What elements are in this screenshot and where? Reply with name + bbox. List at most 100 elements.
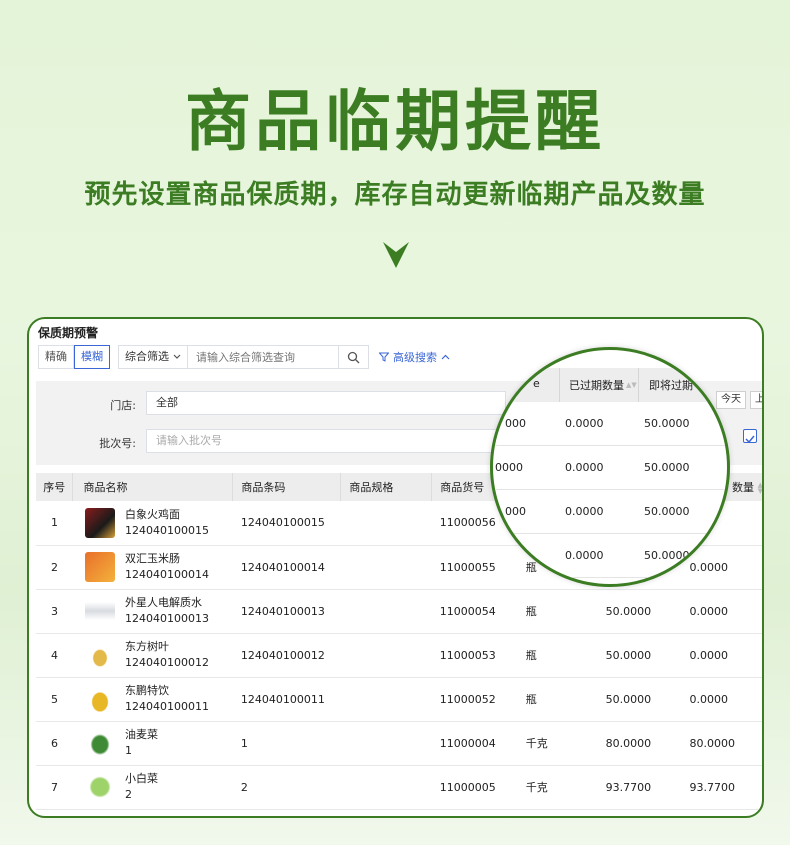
magnifier-cell-expiring: 50.0000: [644, 549, 690, 562]
store-select[interactable]: 全部: [146, 391, 506, 415]
product-cell: 东方树叶 124040100012: [72, 633, 233, 678]
item-no-cell: 11000005: [431, 765, 522, 810]
magnifier-cell-left: 0000: [495, 461, 523, 474]
store-label: 门店:: [110, 399, 136, 412]
spec-cell: [340, 633, 432, 678]
product-name: 外星人电解质水: [124, 596, 202, 609]
batch-input[interactable]: 请输入批次号: [146, 429, 506, 453]
product-image: [84, 772, 115, 802]
hero-title: 商品临期提醒: [185, 83, 605, 160]
row-index: 7: [36, 765, 73, 810]
product-text: 小白菜 2: [125, 771, 158, 803]
product-info: 外星人电解质水 124040100013: [84, 595, 233, 627]
row-index: 3: [36, 589, 73, 634]
barcode-cell: 124040100011: [232, 677, 341, 722]
magnifier-row: 000 0.0000 50.0000: [493, 402, 727, 446]
barcode-cell: 124040100013: [232, 589, 341, 634]
unit-cell: 瓶: [521, 589, 602, 634]
product-image: [84, 507, 115, 538]
sort-icon[interactable]: ▲▼: [757, 482, 762, 495]
magnifier-cell-expiring: 50.0000: [644, 461, 690, 474]
unit-cell: 千克: [521, 765, 602, 810]
magnifier-cell-left: 000: [505, 505, 526, 518]
filter-checkbox[interactable]: [743, 429, 757, 444]
batch-label: 批次号:: [99, 437, 136, 450]
expired-qty-cell: 50.0000: [601, 589, 682, 634]
search-icon: [347, 351, 360, 363]
chevron-down-icon: [173, 354, 181, 359]
expiring-qty-cell: 80.0000: [681, 721, 762, 766]
product-text: 白象火鸡面 124040100015: [125, 507, 209, 539]
product-code: 124040100011: [124, 700, 209, 713]
product-text: 外星人电解质水 124040100013: [125, 595, 209, 627]
unit-cell: 瓶: [521, 633, 602, 678]
item-no-cell: 11000053: [431, 633, 522, 678]
product-code: 124040100014: [124, 568, 209, 581]
magnifier-row: 000 0.0000 50.0000: [493, 490, 727, 534]
product-code: 124040100015: [124, 523, 209, 537]
table-row[interactable]: 7 小白菜 2 2 11000005 千克 93.7700 93.7700: [36, 765, 762, 810]
match-mode-toggle: 精确 模糊: [38, 345, 110, 369]
row-index: 6: [36, 721, 73, 766]
product-code: 124040100012: [124, 656, 209, 669]
table-row[interactable]: 3 外星人电解质水 124040100013 124040100013 11000054…: [36, 589, 762, 634]
magnifier-cell-expired: 0.0000: [565, 417, 604, 430]
filter-select-label: 综合筛选: [125, 350, 169, 363]
item-no-cell: 11000052: [431, 677, 522, 722]
spec-cell: [340, 545, 432, 590]
spec-cell: [340, 589, 432, 634]
magnifier-cell-expired: 0.0000: [565, 549, 604, 562]
expiring-qty-cell: 0.0000: [681, 677, 762, 722]
magnifier-header-expired: 已过期数量: [569, 379, 624, 392]
search-button[interactable]: [338, 346, 368, 368]
magnifier-cell-expiring: 50.0000: [644, 505, 690, 518]
product-image: [84, 640, 115, 670]
magnifier-header-partial: e: [533, 377, 540, 390]
chevron-up-icon: [441, 354, 450, 360]
product-text: 双汇玉米肠 124040100014: [125, 551, 209, 583]
product-text: 东方树叶 124040100012: [125, 639, 209, 671]
table-row[interactable]: 4 东方树叶 124040100012 124040100012 11000053 瓶 50…: [36, 633, 762, 678]
row-index: 1: [36, 501, 73, 546]
product-info: 油麦菜 1: [84, 727, 233, 759]
search-input[interactable]: [188, 350, 338, 364]
product-cell: 东鹏特饮 124040100011: [72, 677, 233, 722]
table-row[interactable]: 5 东鹏特饮 124040100011 124040100011 11000052 瓶 50…: [36, 677, 762, 722]
column-divider: [638, 368, 639, 402]
filter-icon: [379, 352, 389, 362]
magnifier-callout: e 已过期数量 ▲▼ 即将过期 000 0.0000 50.0000 0000 0.00…: [490, 347, 730, 587]
product-info: 东鹏特饮 124040100011: [84, 683, 233, 715]
unit-cell: 千克: [521, 721, 602, 766]
product-info: 小白菜 2: [84, 771, 233, 803]
panel-title: 保质期预警: [38, 326, 99, 340]
product-name: 油麦菜: [124, 728, 158, 741]
previous-button[interactable]: 上: [750, 391, 762, 409]
barcode-cell: 124040100015: [232, 501, 341, 546]
barcode-cell: 124040100014: [232, 545, 341, 590]
product-cell: 小白菜 2: [72, 765, 233, 810]
product-cell: 双汇玉米肠 124040100014: [72, 545, 233, 590]
checkmark-icon: [745, 435, 755, 444]
product-name: 双汇玉米肠: [124, 552, 180, 565]
barcode-cell: 2: [232, 765, 341, 810]
advanced-search-link[interactable]: 高级搜索: [379, 349, 450, 365]
sort-icon[interactable]: ▲▼: [626, 381, 637, 389]
product-image: [84, 728, 115, 758]
product-info: 东方树叶 124040100012: [84, 639, 233, 671]
advanced-search-label: 高级搜索: [393, 351, 437, 364]
product-info: 白象火鸡面 124040100015: [84, 507, 233, 539]
fuzzy-mode-button[interactable]: 模糊: [74, 345, 110, 369]
expired-qty-cell: 80.0000: [601, 721, 682, 766]
exact-mode-button[interactable]: 精确: [38, 345, 74, 369]
search-toolbar: 精确 模糊 综合筛选 高级搜索: [38, 345, 450, 369]
expiring-qty-cell: 0.0000: [681, 633, 762, 678]
column-header-name: 商品名称: [72, 473, 234, 501]
magnifier-cell-expired: 0.0000: [565, 505, 604, 518]
down-arrow-icon: [383, 242, 409, 268]
magnifier-cell-expiring: 50.0000: [644, 417, 690, 430]
product-cell: 白象火鸡面 124040100015: [72, 501, 233, 546]
product-name: 小白菜: [124, 772, 158, 785]
product-name: 白象火鸡面: [124, 507, 180, 521]
table-row[interactable]: 6 油麦菜 1 1 11000004 千克 80.0000 80.0000: [36, 721, 762, 766]
filter-select[interactable]: 综合筛选: [119, 346, 188, 368]
